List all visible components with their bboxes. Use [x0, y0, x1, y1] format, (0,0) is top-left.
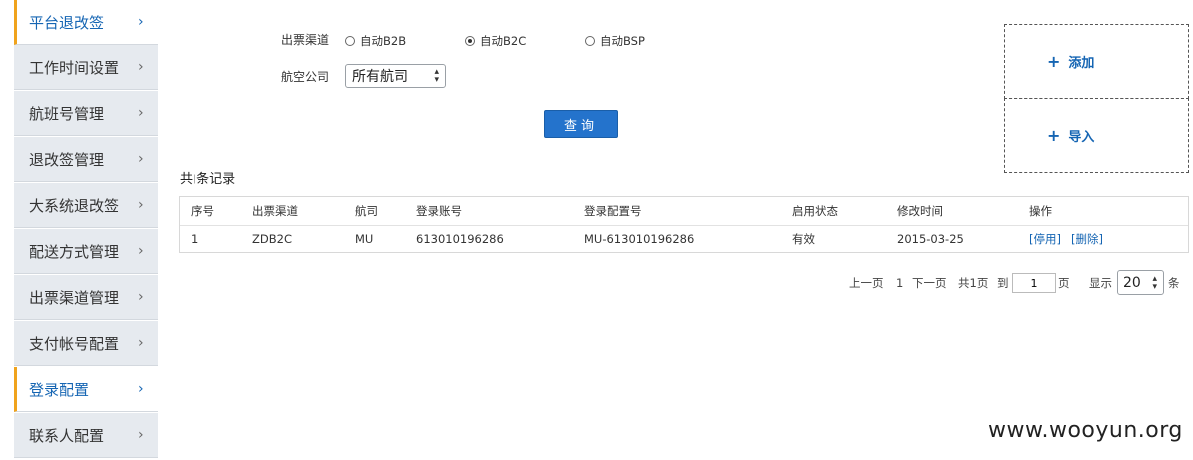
sidebar-item-contact-config[interactable]: 联系人配置 ›: [14, 413, 158, 458]
header-modified: 修改时间: [897, 204, 943, 218]
record-count: 共|条记录: [180, 168, 235, 187]
radio-b2b[interactable]: 自动B2B: [345, 33, 406, 49]
plus-icon: +: [1047, 52, 1061, 71]
add-label: 添加: [1068, 56, 1095, 71]
radio-label: 自动BSP: [600, 34, 645, 48]
sidebar-item-label: 配送方式管理: [29, 242, 120, 261]
header-airline: 航司: [355, 204, 378, 218]
goto-prefix: 到: [997, 276, 1009, 290]
cell-modified: 2015-03-25: [897, 232, 964, 246]
total-pages: 共1页: [958, 276, 989, 290]
delete-link[interactable]: [删除]: [1071, 225, 1103, 253]
query-button[interactable]: 查询: [544, 110, 618, 138]
sidebar-item-work-time[interactable]: 工作时间设置 ›: [14, 45, 158, 90]
cell-account: 613010196286: [416, 232, 504, 246]
radio-circle-icon: [585, 36, 595, 46]
page-size-select[interactable]: 20 ▴ ▾: [1117, 270, 1164, 295]
sidebar-item-delivery[interactable]: 配送方式管理 ›: [14, 229, 158, 274]
disable-link[interactable]: [停用]: [1029, 225, 1061, 253]
plus-icon: +: [1047, 126, 1061, 145]
airline-select[interactable]: 所有航司 ▴ ▾: [345, 64, 446, 88]
chevron-right-icon: ›: [138, 427, 144, 443]
goto-page-input[interactable]: [1012, 273, 1056, 293]
sidebar-item-flight-number[interactable]: 航班号管理 ›: [14, 91, 158, 136]
page-size-value: 20: [1123, 274, 1141, 291]
header-channel: 出票渠道: [252, 204, 298, 218]
sidebar-item-label: 支付帐号配置: [29, 334, 120, 353]
import-label: 导入: [1068, 130, 1095, 145]
radio-circle-icon: [345, 36, 355, 46]
sidebar-item-platform-refund[interactable]: 平台退改签 ›: [14, 0, 158, 45]
sidebar-item-label: 联系人配置: [29, 426, 105, 445]
header-config-no: 登录配置号: [584, 204, 642, 218]
watermark: www.wooyun.org: [988, 418, 1183, 443]
show-suffix: 条: [1168, 276, 1180, 290]
add-button[interactable]: + 添加: [1004, 24, 1189, 99]
select-arrows-icon: ▴ ▾: [434, 67, 439, 85]
header-actions: 操作: [1029, 204, 1052, 218]
sidebar-item-login-config[interactable]: 登录配置 ›: [14, 367, 158, 412]
sidebar-item-payment-account[interactable]: 支付帐号配置 ›: [14, 321, 158, 366]
chevron-right-icon: ›: [138, 381, 144, 397]
chevron-right-icon: ›: [138, 197, 144, 213]
sidebar: 平台退改签 › 工作时间设置 › 航班号管理 › 退改签管理 › 大系统退改签 …: [14, 0, 159, 460]
prev-page-link[interactable]: 上一页: [849, 270, 884, 296]
cell-channel: ZDB2C: [252, 232, 292, 246]
header-status: 启用状态: [792, 204, 838, 218]
sidebar-item-label: 大系统退改签: [29, 196, 120, 215]
radio-bsp[interactable]: 自动BSP: [585, 33, 645, 49]
airline-label: 航空公司: [281, 70, 330, 84]
select-arrows-icon: ▴ ▾: [1152, 273, 1157, 292]
cell-airline: MU: [355, 232, 374, 246]
cell-status: 有效: [792, 232, 815, 246]
import-button[interactable]: + 导入: [1004, 98, 1189, 173]
sidebar-item-label: 工作时间设置: [29, 58, 120, 77]
cell-index: 1: [191, 232, 199, 246]
chevron-right-icon: ›: [138, 151, 144, 167]
chevron-right-icon: ›: [138, 335, 144, 351]
record-prefix: 共: [180, 172, 194, 187]
airline-select-value: 所有航司: [352, 69, 408, 85]
chevron-right-icon: ›: [138, 243, 144, 259]
chevron-right-icon: ›: [138, 105, 144, 121]
sidebar-item-label: 航班号管理: [29, 104, 105, 123]
sidebar-item-label: 退改签管理: [29, 150, 105, 169]
radio-b2c[interactable]: 自动B2C: [465, 33, 526, 49]
chevron-right-icon: ›: [138, 59, 144, 75]
table-header-row: 序号 出票渠道 航司 登录账号 登录配置号 启用状态 修改时间 操作: [180, 197, 1188, 226]
header-index: 序号: [191, 204, 214, 218]
sidebar-item-refund-mgmt[interactable]: 退改签管理 ›: [14, 137, 158, 182]
header-account: 登录账号: [416, 204, 462, 218]
login-config-table: 序号 出票渠道 航司 登录账号 登录配置号 启用状态 修改时间 操作 1 ZDB…: [179, 196, 1189, 253]
sidebar-item-label: 登录配置: [29, 380, 90, 399]
show-prefix: 显示: [1089, 276, 1112, 290]
goto-suffix: 页: [1058, 276, 1070, 290]
radio-label: 自动B2C: [480, 34, 527, 48]
next-page-link[interactable]: 下一页: [912, 270, 947, 296]
cell-config-no: MU-613010196286: [584, 232, 695, 246]
channel-label: 出票渠道: [281, 33, 330, 47]
table-row: 1 ZDB2C MU 613010196286 MU-613010196286 …: [180, 225, 1188, 253]
current-page[interactable]: 1: [896, 270, 903, 296]
radio-checked-icon: [465, 36, 475, 46]
sidebar-item-label: 平台退改签: [29, 13, 105, 32]
chevron-right-icon: ›: [138, 14, 144, 30]
sidebar-item-system-refund[interactable]: 大系统退改签 ›: [14, 183, 158, 228]
record-suffix: 条记录: [196, 172, 236, 187]
radio-label: 自动B2B: [360, 34, 407, 48]
